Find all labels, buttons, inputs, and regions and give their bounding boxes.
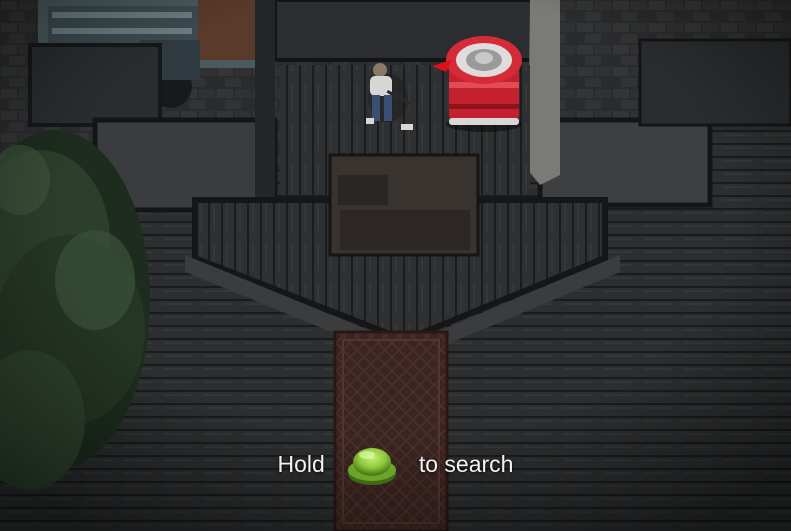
green-round-button-icon[interactable]	[345, 440, 399, 488]
